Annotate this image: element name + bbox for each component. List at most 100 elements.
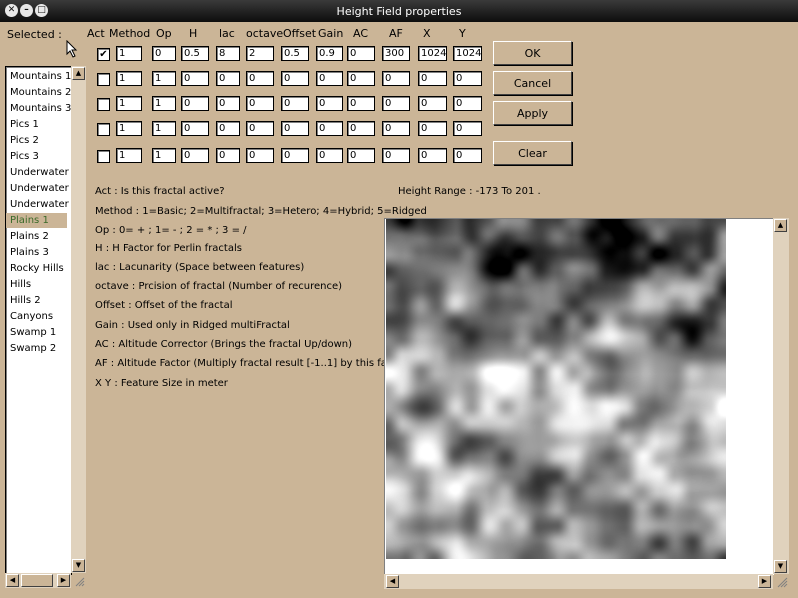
- lac-field[interactable]: 0: [216, 96, 240, 111]
- lac-field[interactable]: 8: [216, 46, 240, 61]
- hscroll-thumb[interactable]: [21, 574, 53, 587]
- af-field[interactable]: 0: [382, 71, 410, 86]
- af-field[interactable]: 300: [382, 46, 410, 61]
- preset-list-item[interactable]: Underwater: [10, 181, 69, 196]
- gain-field[interactable]: 0.9: [316, 46, 343, 61]
- x-field[interactable]: 0: [418, 96, 447, 111]
- gain-field[interactable]: 0: [316, 148, 343, 163]
- preset-list-hscrollbar[interactable]: ◀ ▶: [5, 573, 71, 588]
- scroll-up-icon[interactable]: ▲: [774, 219, 787, 232]
- lac-field[interactable]: 0: [216, 148, 240, 163]
- octave-field[interactable]: 0: [246, 121, 274, 136]
- heightmap-preview-panel: [384, 218, 774, 575]
- preset-list-item[interactable]: Mountains 1: [10, 69, 71, 84]
- scroll-left-icon[interactable]: ◀: [6, 574, 19, 587]
- method-field[interactable]: 1: [116, 96, 142, 111]
- af-field[interactable]: 0: [382, 148, 410, 163]
- preset-list-item[interactable]: Swamp 1: [10, 325, 56, 340]
- preset-list-item[interactable]: Plains 2: [10, 229, 49, 244]
- gain-field[interactable]: 0: [316, 71, 343, 86]
- x-field[interactable]: 0: [418, 71, 447, 86]
- preview-vscrollbar[interactable]: ▲ ▼: [773, 218, 789, 574]
- offset-field[interactable]: 0.5: [281, 46, 309, 61]
- active-checkbox[interactable]: ✔: [97, 48, 110, 61]
- resize-grip-icon[interactable]: [776, 576, 788, 588]
- y-field[interactable]: 1024: [453, 46, 482, 61]
- help-line: AF : Altitude Factor (Multiply fractal r…: [95, 358, 397, 369]
- method-field[interactable]: 1: [116, 46, 142, 61]
- x-field[interactable]: 0: [418, 121, 447, 136]
- op-field[interactable]: 0: [152, 46, 176, 61]
- gain-field[interactable]: 0: [316, 96, 343, 111]
- scroll-right-icon[interactable]: ▶: [758, 575, 771, 588]
- offset-field[interactable]: 0: [281, 121, 309, 136]
- lac-field[interactable]: 0: [216, 121, 240, 136]
- preset-list-item[interactable]: Underwater: [10, 197, 69, 212]
- x-field[interactable]: 1024: [418, 46, 447, 61]
- preset-list-item[interactable]: Pics 1: [10, 117, 39, 132]
- preset-list-item[interactable]: Hills: [10, 277, 31, 292]
- gain-field[interactable]: 0: [316, 121, 343, 136]
- ac-field[interactable]: 0: [347, 71, 375, 86]
- preset-list-item[interactable]: Canyons: [10, 309, 53, 324]
- apply-button[interactable]: Apply: [493, 101, 572, 125]
- preset-list-item[interactable]: Pics 2: [10, 133, 39, 148]
- clear-button[interactable]: Clear: [493, 141, 572, 165]
- octave-field[interactable]: 2: [246, 46, 274, 61]
- preset-list-item[interactable]: Rocky Hills: [10, 261, 64, 276]
- preset-list-item[interactable]: Plains 3: [10, 245, 49, 260]
- op-field[interactable]: 1: [152, 96, 176, 111]
- scroll-up-icon[interactable]: ▲: [72, 67, 85, 80]
- preset-list-item[interactable]: Mountains 3: [10, 101, 71, 116]
- resize-grip-icon[interactable]: [74, 576, 85, 587]
- af-field[interactable]: 0: [382, 121, 410, 136]
- y-field[interactable]: 0: [453, 121, 482, 136]
- ac-field[interactable]: 0: [347, 121, 375, 136]
- h-field[interactable]: 0.5: [181, 46, 209, 61]
- preset-list-item[interactable]: Mountains 2: [10, 85, 71, 100]
- h-field[interactable]: 0: [181, 96, 209, 111]
- preset-list-vscrollbar[interactable]: ▲ ▼: [71, 66, 86, 573]
- preview-hscrollbar[interactable]: ◀ ▶: [384, 574, 773, 589]
- method-field[interactable]: 1: [116, 121, 142, 136]
- offset-field[interactable]: 0: [281, 148, 309, 163]
- octave-field[interactable]: 0: [246, 71, 274, 86]
- preset-list[interactable]: Mountains 1 Mountains 2 Mountains 3 Pics 1P…: [5, 66, 72, 575]
- ok-button[interactable]: OK: [493, 41, 572, 65]
- x-field[interactable]: 0: [418, 148, 447, 163]
- lac-field[interactable]: 0: [216, 71, 240, 86]
- scroll-down-icon[interactable]: ▼: [774, 560, 787, 573]
- ac-field[interactable]: 0: [347, 46, 375, 61]
- scroll-left-icon[interactable]: ◀: [386, 575, 399, 588]
- offset-field[interactable]: 0: [281, 96, 309, 111]
- preset-list-item[interactable]: Pics 3: [10, 149, 39, 164]
- y-field[interactable]: 0: [453, 71, 482, 86]
- octave-field[interactable]: 0: [246, 148, 274, 163]
- preset-list-item[interactable]: Swamp 2: [10, 341, 56, 356]
- method-field[interactable]: 1: [116, 71, 142, 86]
- active-checkbox[interactable]: [97, 73, 110, 86]
- preset-list-item[interactable]: Hills 2: [10, 293, 41, 308]
- op-field[interactable]: 1: [152, 148, 176, 163]
- method-field[interactable]: 1: [116, 148, 142, 163]
- preset-list-item[interactable]: Underwater: [10, 165, 69, 180]
- scroll-right-icon[interactable]: ▶: [57, 574, 70, 587]
- active-checkbox[interactable]: [97, 123, 110, 136]
- offset-field[interactable]: 0: [281, 71, 309, 86]
- h-field[interactable]: 0: [181, 148, 209, 163]
- ac-field[interactable]: 0: [347, 148, 375, 163]
- octave-field[interactable]: 0: [246, 96, 274, 111]
- cancel-button[interactable]: Cancel: [493, 71, 572, 95]
- ac-field[interactable]: 0: [347, 96, 375, 111]
- h-field[interactable]: 0: [181, 121, 209, 136]
- scroll-down-icon[interactable]: ▼: [72, 559, 85, 572]
- y-field[interactable]: 0: [453, 96, 482, 111]
- preset-list-item[interactable]: Plains 1: [6, 213, 67, 228]
- af-field[interactable]: 0: [382, 96, 410, 111]
- h-field[interactable]: 0: [181, 71, 209, 86]
- y-field[interactable]: 0: [453, 148, 482, 163]
- active-checkbox[interactable]: [97, 98, 110, 111]
- active-checkbox[interactable]: [97, 150, 110, 163]
- op-field[interactable]: 1: [152, 121, 176, 136]
- op-field[interactable]: 1: [152, 71, 176, 86]
